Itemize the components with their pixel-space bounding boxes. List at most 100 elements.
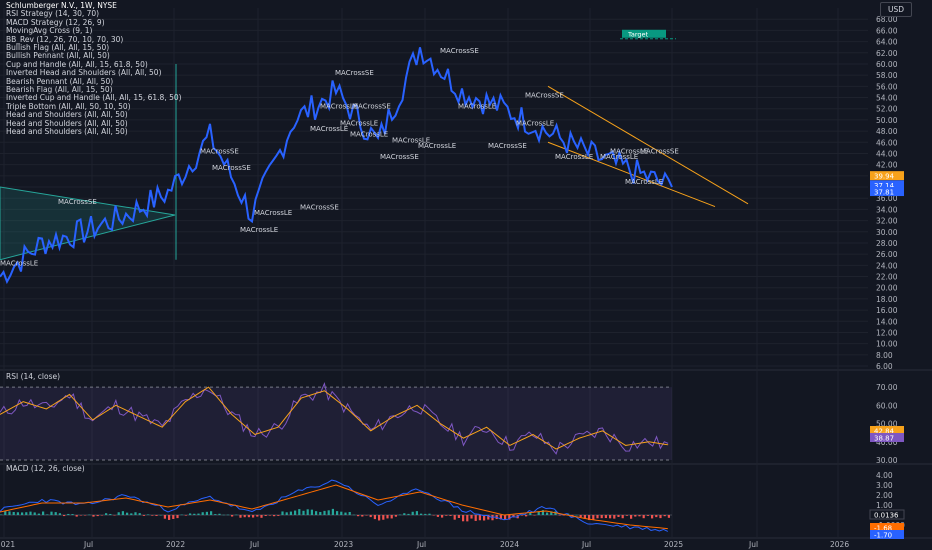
macd-hist-bar — [151, 515, 154, 516]
macd-hist-bar — [285, 512, 288, 515]
macd-hist-bar — [432, 515, 435, 516]
rsi-tick-label: 30.00 — [876, 456, 898, 465]
price-tick-label: 54.00 — [876, 94, 898, 103]
annotation-label: MACrossLE — [555, 153, 593, 161]
macd-hist-bar — [294, 510, 297, 515]
price-tick-label: 8.00 — [876, 351, 893, 360]
macd-hist-bar — [210, 511, 213, 515]
macd-hist-bar — [75, 515, 78, 517]
macd-hist-bar — [205, 511, 208, 515]
macd-hist-bar — [239, 515, 242, 518]
price-tick-label: 28.00 — [876, 239, 898, 248]
price-tick-label: 20.00 — [876, 284, 898, 293]
macd-hist-bar — [630, 515, 633, 519]
macd-hist-bar — [172, 515, 175, 519]
macd-hist-bar — [352, 514, 355, 516]
macd-hist-bar — [29, 511, 32, 515]
macd-hist-bar — [558, 515, 561, 516]
macd-hist-bar — [642, 515, 645, 519]
macd-hist-bar — [525, 515, 528, 517]
annotation-label: MACrossSE — [212, 164, 251, 172]
macd-hist-bar — [71, 514, 74, 515]
annotation-label: MACrossSE — [58, 198, 97, 206]
time-tick-label: 2021 — [0, 540, 15, 549]
macd-hist-bar — [466, 515, 469, 522]
macd-hist-bar — [344, 512, 347, 515]
macd-hist-bar — [105, 513, 108, 515]
macd-hist-bar — [79, 515, 82, 516]
macd-hist-bar — [37, 513, 40, 515]
macd-hist-bar — [449, 515, 452, 516]
time-tick-label: 2024 — [500, 540, 519, 549]
annotation-label: MACrossLE — [625, 178, 663, 186]
macd-hist-bar — [134, 512, 137, 515]
time-tick-label: 2026 — [830, 540, 849, 549]
rsi-pane — [0, 381, 672, 461]
macd-hist-bar — [273, 515, 276, 517]
macd-line — [0, 479, 669, 532]
price-tick-label: 46.00 — [876, 138, 898, 147]
macd-tick-label: 3.00 — [876, 481, 893, 490]
macd-hist-bar — [369, 515, 372, 518]
macd-hist-bar — [84, 515, 87, 516]
macd-hist-bar — [411, 511, 414, 515]
macd-hist-bar — [478, 515, 481, 521]
macd-hist-bar — [159, 514, 162, 516]
price-tick-label: 42.00 — [876, 161, 898, 170]
macd-hist-bar — [168, 515, 171, 520]
macd-hist-bar — [667, 515, 670, 518]
currency-badge[interactable]: USD — [880, 2, 912, 17]
macd-hist-bar — [222, 514, 225, 516]
macd-hist-bar — [16, 512, 19, 515]
macd-hist-bar — [382, 515, 385, 520]
price-tick-label: 26.00 — [876, 250, 898, 259]
macd-hist-bar — [201, 512, 204, 515]
strategy-legend: Schlumberger N.V., 1W, NYSE RSI Strategy… — [6, 1, 182, 137]
macd-hist-bar — [142, 515, 145, 516]
macd-hist-bar — [638, 515, 641, 517]
macd-hist-bar — [621, 515, 624, 519]
annotation-label: MACrossLE — [516, 119, 554, 127]
annotation-label: MACrossSE — [488, 142, 527, 150]
macd-hist-bar — [462, 515, 465, 522]
price-tick-label: 44.00 — [876, 149, 898, 158]
macd-hist-bar — [340, 511, 343, 515]
price-tick-label: 60.00 — [876, 60, 898, 69]
macd-hist-bar — [256, 515, 259, 517]
macd-hist-bar — [373, 515, 376, 520]
macd-hist-bar — [42, 511, 45, 515]
macd-hist-bar — [474, 515, 477, 521]
macd-hist-bar — [0, 514, 3, 515]
annotation-label: MACrossSE — [200, 147, 239, 155]
macd-hist-bar — [92, 515, 95, 517]
macd-hist-bar — [180, 514, 183, 516]
macd-hist-bar — [546, 512, 549, 515]
macd-hist-bar — [420, 513, 423, 515]
legend-item[interactable]: Head and Shoulders (All, All, 50) — [6, 127, 182, 136]
macd-hist-bar — [323, 510, 326, 515]
macd-hist-bar — [625, 515, 628, 516]
time-tick-label: 2022 — [166, 540, 185, 549]
macd-hist-bar — [289, 511, 292, 515]
macd-hist-bar — [12, 511, 15, 515]
macd-hist-bar — [117, 512, 120, 515]
macd-hist-bar — [315, 511, 318, 515]
annotation-label: MACrossSE — [640, 147, 679, 155]
macd-hist-bar — [302, 510, 305, 515]
macd-hist-bar — [21, 512, 24, 515]
price-tick-label: 22.00 — [876, 273, 898, 282]
price-tick-label: 14.00 — [876, 317, 898, 326]
time-tick-label: Jul — [83, 540, 93, 549]
macd-tick-label: 1.00 — [876, 501, 893, 510]
macd-hist-bar — [575, 514, 578, 516]
price-last-label: 39.94 — [874, 173, 895, 181]
macd-hist-bar — [357, 515, 360, 517]
macd-last-label: -1.70 — [874, 532, 892, 540]
macd-hist-bar — [592, 515, 595, 520]
macd-hist-bar — [399, 514, 402, 516]
macd-hist-bar — [218, 513, 221, 515]
macd-hist-bar — [394, 515, 397, 517]
price-tick-label: 6.00 — [876, 362, 893, 371]
macd-hist-bar — [197, 513, 200, 515]
time-tick-label: 2023 — [334, 540, 353, 549]
